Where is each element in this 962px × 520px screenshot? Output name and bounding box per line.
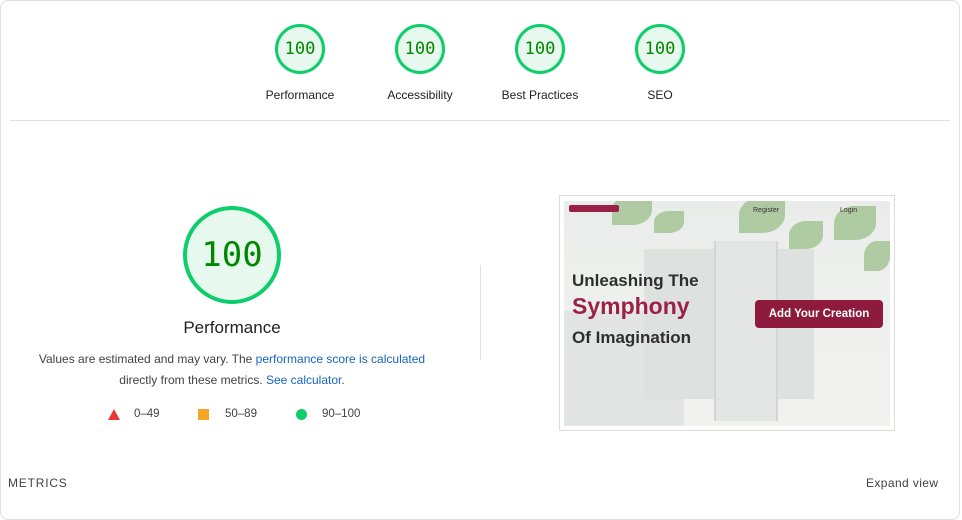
legend-pass-label: 90–100 — [322, 408, 361, 420]
legend-average-label: 50–89 — [225, 408, 257, 420]
screenshot-viewport: Register Login Unleashing The Symphony O… — [564, 201, 890, 426]
square-icon — [198, 408, 209, 420]
gauge-accessibility[interactable]: 100 Accessibility — [360, 24, 480, 102]
performance-description: Values are estimated and may vary. The p… — [22, 349, 442, 391]
header-divider — [10, 120, 950, 121]
building-shape — [714, 241, 778, 421]
legend-fail-label: 0–49 — [134, 408, 160, 420]
desc-text-3: . — [341, 373, 345, 387]
gauge-seo[interactable]: 100 SEO — [600, 24, 720, 102]
gauge-performance-score: 100 — [275, 24, 325, 74]
gauge-best-practices[interactable]: 100 Best Practices — [480, 24, 600, 102]
expand-view-button[interactable]: Expand view — [866, 476, 938, 490]
metrics-heading: METRICS — [8, 476, 68, 490]
site-heading-line1: Unleashing The — [572, 271, 699, 290]
see-calculator-link[interactable]: See calculator — [266, 373, 341, 387]
performance-score-link[interactable]: performance score is calculated — [256, 352, 425, 366]
gauge-performance-label: Performance — [265, 88, 335, 102]
leaf-shape — [789, 221, 823, 249]
gauge-best-practices-score: 100 — [515, 24, 565, 74]
gauge-best-practices-label: Best Practices — [501, 88, 579, 102]
desc-text-1: Values are estimated and may vary. The — [38, 352, 256, 366]
circle-icon — [296, 408, 307, 420]
site-heading-line2: Symphony — [572, 293, 690, 319]
leaf-shape — [864, 241, 890, 271]
category-gauges: 100 Performance 100 Accessibility 100 Be… — [0, 0, 962, 120]
gauge-performance[interactable]: 100 Performance — [240, 24, 360, 102]
section-divider — [480, 265, 481, 360]
gauge-accessibility-label: Accessibility — [387, 88, 453, 102]
triangle-icon — [108, 408, 120, 420]
legend-pass: 90–100 — [296, 408, 360, 420]
legend-average: 50–89 — [198, 408, 257, 420]
gauge-seo-score: 100 — [635, 24, 685, 74]
site-logo — [569, 205, 619, 212]
site-nav-login: Login — [840, 207, 858, 214]
leaf-shape — [739, 201, 785, 233]
leaf-shape — [654, 211, 684, 233]
performance-score-gauge: 100 — [183, 206, 281, 304]
gauge-seo-label: SEO — [647, 88, 673, 102]
final-screenshot[interactable]: Register Login Unleashing The Symphony O… — [559, 195, 895, 431]
gauge-accessibility-score: 100 — [395, 24, 445, 74]
desc-text-2: directly from these metrics. — [119, 373, 266, 387]
performance-title: Performance — [183, 318, 281, 337]
site-heading-line3: Of Imagination — [572, 328, 691, 347]
legend-fail: 0–49 — [108, 408, 160, 420]
site-cta-button: Add Your Creation — [755, 300, 883, 328]
site-nav-register: Register — [753, 207, 780, 214]
